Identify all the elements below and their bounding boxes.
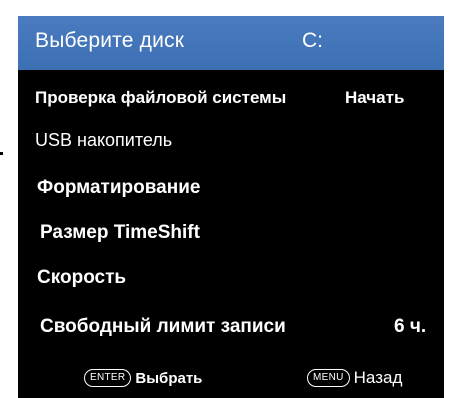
back-hint-label: Назад (353, 368, 403, 387)
menu-item-filesystem-check[interactable]: Проверка файловой системы Начать (18, 84, 444, 114)
selected-disk-value: C: (302, 29, 323, 52)
menu-item-value: 6 ч. (394, 316, 427, 337)
menu-item-label: Размер TimeShift (40, 222, 200, 243)
menu-item-speed[interactable]: Скорость (18, 263, 444, 295)
stray-dot (0, 152, 3, 155)
disk-select-header[interactable]: Выберите диск C: (18, 16, 444, 70)
menu-item-usb-storage[interactable]: USB накопитель (18, 126, 444, 158)
menu-key-icon: MENU (307, 369, 350, 387)
menu-item-value: Начать (345, 88, 405, 107)
osd-screen: Выберите диск C: Проверка файловой систе… (18, 16, 444, 398)
menu-item-label: Форматирование (37, 177, 201, 198)
back-hint[interactable]: MENU Назад (307, 366, 402, 390)
header-title: Выберите диск (35, 29, 185, 52)
menu-item-label: USB накопитель (35, 130, 173, 150)
menu-item-free-record-limit[interactable]: Свободный лимит записи 6 ч. (18, 312, 444, 344)
enter-key-icon: ENTER (84, 369, 132, 387)
key-hints-bar: ENTER Выбрать MENU Назад (18, 358, 444, 398)
select-hint-label: Выбрать (135, 369, 203, 387)
menu-item-label: Свободный лимит записи (40, 316, 286, 337)
menu-item-format[interactable]: Форматирование (18, 173, 444, 205)
menu-item-label: Скорость (37, 267, 127, 288)
menu-item-label: Проверка файловой системы (35, 88, 287, 107)
select-hint[interactable]: ENTER Выбрать (84, 366, 202, 390)
menu-item-timeshift-size[interactable]: Размер TimeShift (18, 218, 444, 250)
